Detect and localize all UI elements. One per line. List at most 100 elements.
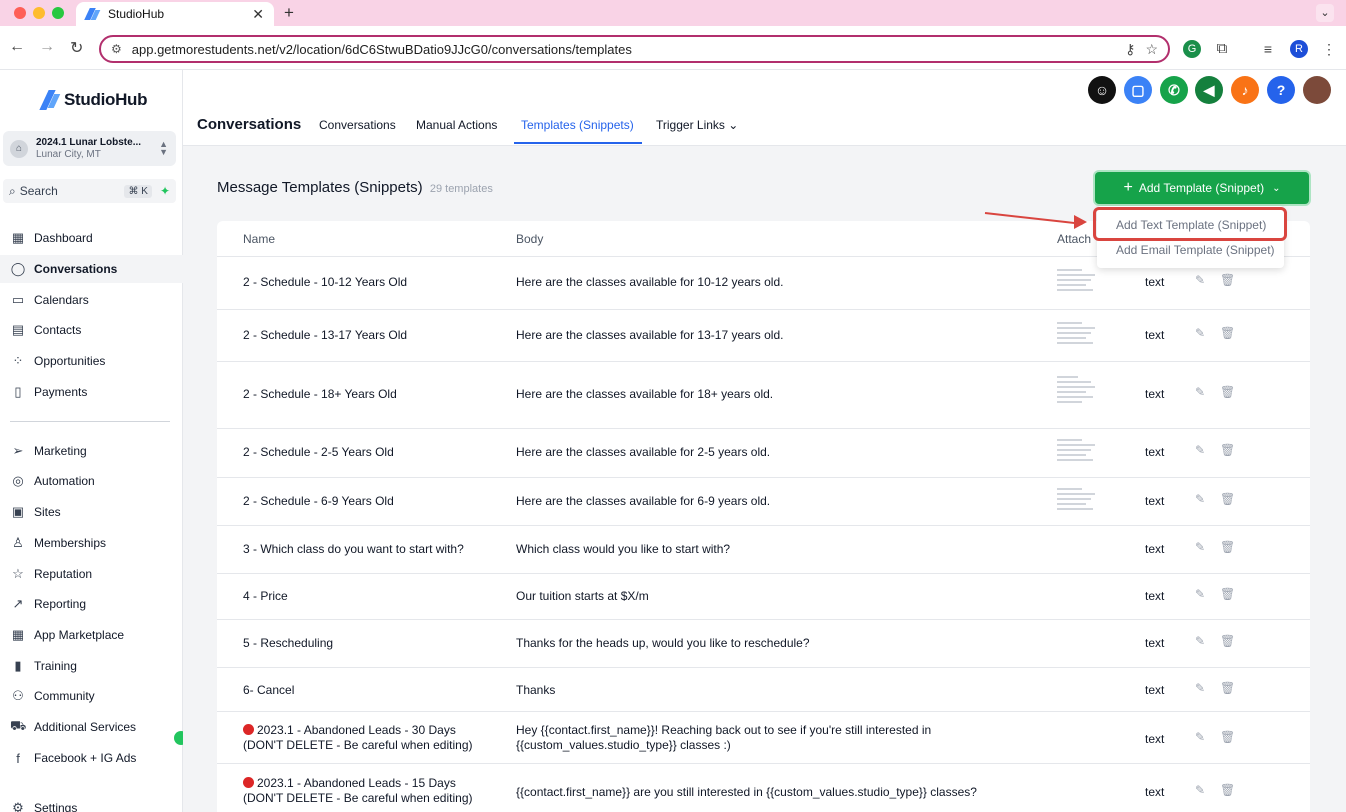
template-name[interactable]: 2 - Schedule - 6-9 Years Old (243, 494, 394, 509)
maximize-window-button[interactable] (52, 7, 64, 19)
tab-manual-actions[interactable]: Manual Actions (416, 118, 497, 132)
template-name[interactable]: 2 - Schedule - 10-12 Years Old (243, 275, 407, 290)
edit-icon[interactable]: ✎ (1195, 634, 1205, 648)
table-row[interactable]: 6- Cancel Thanks text ✎ 🗑 (217, 667, 1310, 711)
bell-icon[interactable]: ♪ (1231, 76, 1259, 104)
column-header-name[interactable]: Name (243, 232, 275, 246)
location-switcher[interactable]: ⌂ 2024.1 Lunar Lobste... Lunar City, MT … (3, 131, 176, 166)
trash-icon[interactable]: 🗑 (1220, 492, 1235, 506)
template-name[interactable]: 4 - Price (243, 589, 288, 604)
template-name[interactable]: 2 - Schedule - 13-17 Years Old (243, 328, 407, 343)
avatar[interactable] (1303, 76, 1331, 104)
table-row[interactable]: 2 - Schedule - 13-17 Years Old Here are … (217, 309, 1310, 361)
sidebar-item-memberships[interactable]: ♙ Memberships (0, 529, 183, 557)
reading-list-icon[interactable]: ≡ (1259, 40, 1277, 58)
bolt-icon[interactable]: ✦ (160, 184, 170, 198)
template-name[interactable]: 2023.1 - Abandoned Leads - 15 Days (DON'T… (243, 776, 473, 806)
attachment-thumbnail[interactable] (1057, 376, 1099, 416)
forward-icon[interactable]: → (39, 38, 55, 56)
address-bar[interactable]: ⚙ app.getmorestudents.net/v2/location/6d… (99, 35, 1170, 63)
sidebar-item-facebook-ig-ads[interactable]: f Facebook + IG Ads (0, 744, 183, 772)
help-icon[interactable]: ? (1267, 76, 1295, 104)
sidebar-item-contacts[interactable]: ▤ Contacts (0, 316, 183, 344)
table-row[interactable]: 4 - Price Our tuition starts at $X/m tex… (217, 573, 1310, 619)
template-name[interactable]: 6- Cancel (243, 683, 294, 698)
edit-icon[interactable]: ✎ (1195, 385, 1205, 399)
sidebar-item-community[interactable]: ⚇ Community (0, 682, 183, 710)
table-row[interactable]: 5 - Rescheduling Thanks for the heads up… (217, 619, 1310, 667)
sidebar-item-app-marketplace[interactable]: ▦ App Marketplace (0, 621, 183, 649)
new-tab-icon[interactable]: + (284, 3, 294, 23)
sidebar-item-sites[interactable]: ▣ Sites (0, 498, 183, 526)
template-name[interactable]: 2 - Schedule - 2-5 Years Old (243, 445, 394, 460)
column-header-attach[interactable]: Attach (1057, 232, 1091, 246)
edit-icon[interactable]: ✎ (1195, 783, 1205, 797)
trash-icon[interactable]: 🗑 (1220, 587, 1235, 601)
search-input[interactable]: ⌕ Search ⌘ K ✦ (3, 179, 176, 203)
chevron-down-icon[interactable]: ⌄ (1316, 4, 1334, 22)
table-row[interactable]: 2 - Schedule - 18+ Years Old Here are th… (217, 361, 1310, 428)
trash-icon[interactable]: 🗑 (1220, 273, 1235, 287)
sidebar-item-settings[interactable]: ⚙ Settings (0, 794, 183, 812)
attachment-thumbnail[interactable] (1057, 488, 1099, 518)
edit-icon[interactable]: ✎ (1195, 540, 1205, 554)
extensions-icon[interactable]: ⧉ (1213, 40, 1231, 58)
browser-tab[interactable]: StudioHub ✕ (76, 2, 274, 26)
sidebar-item-conversations[interactable]: ◯ Conversations (0, 255, 183, 283)
edit-icon[interactable]: ✎ (1195, 492, 1205, 506)
table-row[interactable]: 3 - Which class do you want to start wit… (217, 525, 1310, 573)
sidebar-item-training[interactable]: ▮ Training (0, 652, 183, 680)
sidebar-item-opportunities[interactable]: ⁘ Opportunities (0, 347, 183, 375)
phone-icon[interactable]: ✆ (1160, 76, 1188, 104)
trash-icon[interactable]: 🗑 (1220, 783, 1235, 797)
chat-bubble-icon[interactable]: ▢ (1124, 76, 1152, 104)
trash-icon[interactable]: 🗑 (1220, 326, 1235, 340)
menu-item-add-email-template[interactable]: Add Email Template (Snippet) (1116, 243, 1275, 257)
edit-icon[interactable]: ✎ (1195, 273, 1205, 287)
table-row[interactable]: 2 - Schedule - 2-5 Years Old Here are th… (217, 428, 1310, 477)
site-settings-icon[interactable]: ⚙ (111, 42, 122, 56)
table-row[interactable]: 2023.1 - Abandoned Leads - 30 Days (DON'T… (217, 711, 1310, 763)
attachment-thumbnail[interactable] (1057, 269, 1099, 299)
edit-icon[interactable]: ✎ (1195, 681, 1205, 695)
trash-icon[interactable]: 🗑 (1220, 634, 1235, 648)
edit-icon[interactable]: ✎ (1195, 443, 1205, 457)
grammarly-icon[interactable]: G (1183, 40, 1201, 58)
back-icon[interactable]: ← (9, 38, 25, 56)
sidebar-item-reporting[interactable]: ↗ Reporting (0, 590, 183, 618)
trash-icon[interactable]: 🗑 (1220, 730, 1235, 744)
edit-icon[interactable]: ✎ (1195, 326, 1205, 340)
add-template-button[interactable]: + Add Template (Snippet) ⌄ (1095, 172, 1309, 204)
profile-avatar[interactable]: R (1290, 40, 1308, 58)
template-name[interactable]: 3 - Which class do you want to start wit… (243, 542, 464, 557)
tab-trigger-links[interactable]: Trigger Links ⌄ (656, 118, 738, 132)
table-row[interactable]: 2 - Schedule - 6-9 Years Old Here are th… (217, 477, 1310, 525)
edit-icon[interactable]: ✎ (1195, 587, 1205, 601)
sidebar-item-reputation[interactable]: ☆ Reputation (0, 560, 183, 588)
sidebar-item-calendars[interactable]: ▭ Calendars (0, 286, 183, 314)
attachment-thumbnail[interactable] (1057, 439, 1099, 469)
megaphone-icon[interactable]: ◀ (1195, 76, 1223, 104)
trash-icon[interactable]: 🗑 (1220, 443, 1235, 457)
template-name[interactable]: 5 - Rescheduling (243, 636, 333, 651)
bot-icon[interactable]: ☺ (1088, 76, 1116, 104)
trash-icon[interactable]: 🗑 (1220, 540, 1235, 554)
more-icon[interactable]: ⋮ (1320, 40, 1338, 58)
attachment-thumbnail[interactable] (1057, 322, 1099, 352)
template-name[interactable]: 2023.1 - Abandoned Leads - 30 Days (DON'T… (243, 723, 473, 753)
sidebar-item-dashboard[interactable]: ▦ Dashboard (0, 224, 183, 252)
sidebar-item-additional-services[interactable]: ⛟ Additional Services (0, 713, 183, 741)
brand-logo[interactable]: StudioHub (42, 90, 148, 110)
trash-icon[interactable]: 🗑 (1220, 681, 1235, 695)
table-row[interactable]: 2023.1 - Abandoned Leads - 15 Days (DON'T… (217, 763, 1310, 812)
sidebar-item-payments[interactable]: ▯ Payments (0, 378, 183, 406)
reload-icon[interactable]: ↻ (70, 38, 83, 58)
sidebar-item-automation[interactable]: ◎ Automation (0, 467, 183, 495)
template-name[interactable]: 2 - Schedule - 18+ Years Old (243, 387, 397, 402)
key-icon[interactable]: ⚷ (1125, 41, 1135, 58)
tab-conversations[interactable]: Conversations (319, 118, 396, 132)
tab-templates-snippets[interactable]: Templates (Snippets) (521, 118, 634, 132)
star-icon[interactable]: ☆ (1145, 41, 1158, 58)
edit-icon[interactable]: ✎ (1195, 730, 1205, 744)
column-header-body[interactable]: Body (516, 232, 543, 246)
